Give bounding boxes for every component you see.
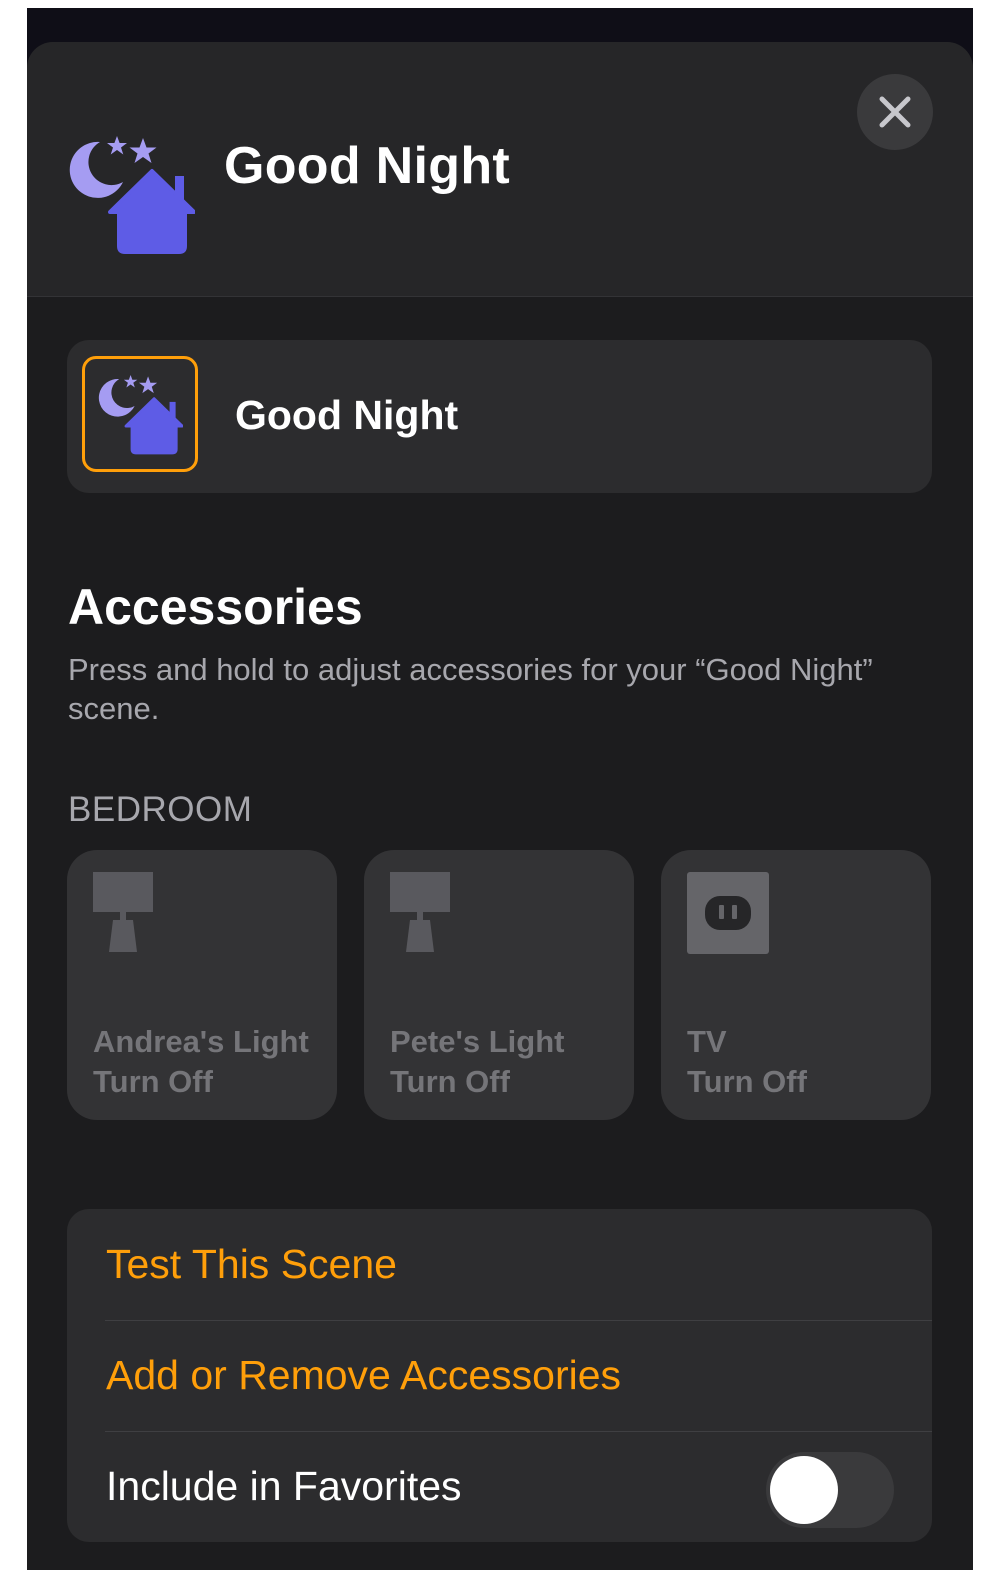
scene-name: Good Night xyxy=(235,392,459,438)
accessory-tile-andreas-light[interactable]: Andrea's Light Turn Off xyxy=(67,850,337,1120)
accessory-status: Turn Off xyxy=(93,1064,213,1099)
accessory-status: Turn Off xyxy=(390,1064,510,1099)
test-scene-button[interactable]: Test This Scene xyxy=(67,1209,932,1320)
close-button[interactable] xyxy=(857,74,933,150)
close-icon xyxy=(879,96,911,128)
test-scene-label: Test This Scene xyxy=(106,1241,397,1287)
accessory-name: TV xyxy=(687,1024,727,1059)
toggle-knob xyxy=(770,1456,838,1524)
room-label: BEDROOM xyxy=(68,790,253,829)
include-in-favorites-label: Include in Favorites xyxy=(106,1463,462,1509)
accessory-status: Turn Off xyxy=(687,1064,807,1099)
add-remove-accessories-label: Add or Remove Accessories xyxy=(106,1352,622,1398)
lamp-icon xyxy=(390,872,450,952)
sheet-header: Good Night xyxy=(27,42,973,297)
scene-actions-list: Test This Scene Add or Remove Accessorie… xyxy=(67,1209,932,1542)
good-night-scene-icon xyxy=(98,375,183,455)
add-remove-accessories-button[interactable]: Add or Remove Accessories xyxy=(67,1320,932,1431)
accessory-tile-tv[interactable]: TV Turn Off xyxy=(661,850,931,1120)
lamp-icon xyxy=(93,872,153,952)
scene-icon-picker[interactable] xyxy=(82,356,198,472)
favorites-toggle[interactable] xyxy=(766,1452,894,1528)
accessory-tile-petes-light[interactable]: Pete's Light Turn Off xyxy=(364,850,634,1120)
accessories-description: Press and hold to adjust accessories for… xyxy=(68,652,873,726)
outlet-icon xyxy=(687,872,769,954)
good-night-scene-icon xyxy=(67,130,196,258)
accessories-title: Accessories xyxy=(68,579,363,635)
scene-name-card[interactable]: Good Night xyxy=(67,340,932,493)
accessory-name: Andrea's Light xyxy=(93,1024,309,1059)
header-title: Good Night xyxy=(224,137,511,195)
favorites-row: Include in Favorites xyxy=(67,1431,932,1542)
accessory-name: Pete's Light xyxy=(390,1024,565,1059)
scene-sheet: Good Night Good Night Accessories Press … xyxy=(27,42,973,1570)
